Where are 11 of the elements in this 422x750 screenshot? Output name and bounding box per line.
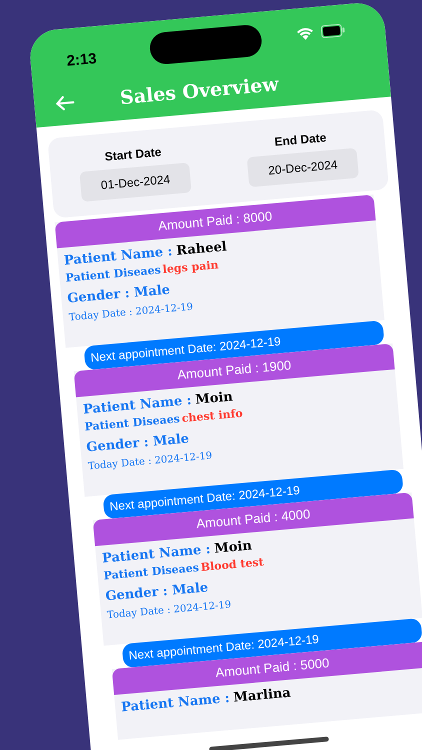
date-picker[interactable]: 20-Dec-2024 <box>247 148 359 188</box>
status-time: 2:13 <box>66 49 98 72</box>
screen-title: Sales Overview <box>118 72 280 112</box>
back-arrow-icon[interactable] <box>54 94 75 112</box>
battery-icon <box>320 23 346 38</box>
wifi-icon <box>296 27 314 41</box>
disease-value: chest info <box>181 406 244 428</box>
field-label: Patient Diseaes <box>103 561 200 582</box>
disease-value: Blood test <box>200 556 264 576</box>
date-picker[interactable]: 01-Dec-2024 <box>80 162 192 202</box>
disease-value: legs pain <box>162 258 220 278</box>
